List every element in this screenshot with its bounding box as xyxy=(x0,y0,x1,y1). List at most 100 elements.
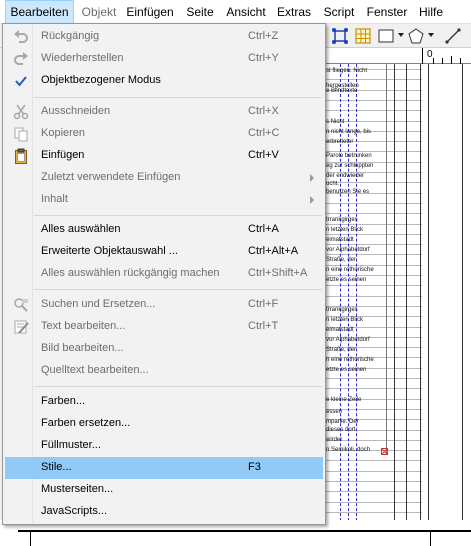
menu-item-item-mode[interactable]: Objektbezogener Modus xyxy=(5,70,323,92)
text-line: eimatstadt xyxy=(326,237,354,243)
polygon-icon[interactable] xyxy=(406,26,426,46)
shape-icon[interactable] xyxy=(376,26,396,46)
menu-separator xyxy=(34,215,322,216)
menu-item-label: Objektbezogener Modus xyxy=(41,74,161,86)
menu-item-colors[interactable]: Farben... xyxy=(5,391,323,413)
menu-item-redo[interactable]: Wiederherstellen Ctrl+Y xyxy=(5,48,323,70)
text-line: etzte es seinen xyxy=(326,367,367,373)
menu-item-replace-colors[interactable]: Farben ersetzen... xyxy=(5,413,323,435)
text-line: vor Alphabetdorf xyxy=(326,247,370,253)
text-line: n eine rethorische xyxy=(326,267,374,273)
menu-item-label: Stile... xyxy=(41,461,72,473)
menu-item-shortcut: Ctrl+V xyxy=(248,149,279,161)
menu-item-edit-source[interactable]: Quelltext bearbeiten... xyxy=(5,360,323,382)
menu-bar: Bearbeiten Objekt Einfügen Seite Ansicht… xyxy=(0,0,471,24)
page-border xyxy=(18,530,471,532)
text-line: mpanie. Der xyxy=(326,419,359,425)
menu-item-label: Bild bearbeiten... xyxy=(41,342,124,354)
menu-item-shortcut: Ctrl+C xyxy=(248,127,280,139)
menu-item-label: Quelltext bearbeiten... xyxy=(41,364,149,376)
menu-item-label: Füllmuster... xyxy=(41,439,101,451)
menu-item-cut[interactable]: Ausschneiden Ctrl+X xyxy=(5,101,323,123)
menu-item-label: Erweiterte Objektauswahl ... xyxy=(41,245,178,257)
text-line: Straße, der xyxy=(326,257,357,263)
chevron-down-icon[interactable] xyxy=(428,33,434,37)
menu-script[interactable]: Script xyxy=(320,0,358,24)
redo-icon xyxy=(13,51,29,67)
text-line: dieses dort xyxy=(326,427,356,433)
menu-item-paste[interactable]: Einfügen Ctrl+V xyxy=(5,145,323,167)
text-line: vor Alphabetdorf xyxy=(326,337,370,343)
submenu-arrow-icon xyxy=(310,174,314,182)
menu-item-label: Einfügen xyxy=(41,149,85,161)
menu-item-master-pages[interactable]: Musterseiten... xyxy=(5,479,323,501)
menu-item-shortcut: F3 xyxy=(248,461,261,473)
clipboard-icon xyxy=(13,148,29,164)
text-line: Straße, der xyxy=(326,347,357,353)
menu-einfuegen[interactable]: Einfügen xyxy=(124,0,176,24)
text-line: trrankgirges xyxy=(326,307,358,313)
menu-item-contents[interactable]: Inhalt xyxy=(5,189,323,211)
menu-item-edit-text[interactable]: Text bearbeiten... Ctrl+T xyxy=(5,316,323,338)
menu-item-javascripts[interactable]: JavaScripts... xyxy=(5,501,323,523)
line-icon[interactable] xyxy=(443,26,463,46)
chevron-down-icon[interactable] xyxy=(398,33,404,37)
text-line: e kleine Zeile xyxy=(326,397,362,403)
text-line: n eine rethorische xyxy=(326,357,374,363)
horizontal-ruler[interactable]: 0 xyxy=(326,48,471,64)
menu-item-edit-image[interactable]: Bild bearbeiten... xyxy=(5,338,323,360)
menu-item-search-replace[interactable]: Suchen und Ersetzen... Ctrl+F xyxy=(5,294,323,316)
menu-seite[interactable]: Seite xyxy=(183,0,217,24)
text-line: s Nicht xyxy=(326,119,345,125)
menu-item-label: Alles auswählen rückgängig machen xyxy=(41,267,220,279)
menu-ansicht[interactable]: Ansicht xyxy=(224,0,268,24)
menu-fenster[interactable]: Fenster xyxy=(364,0,410,24)
column-guide xyxy=(348,64,349,546)
menu-item-advanced-select[interactable]: Erweiterte Objektauswahl ... Ctrl+Alt+A xyxy=(5,241,323,263)
menu-item-shortcut: Ctrl+X xyxy=(248,105,279,117)
text-line: eg zur schleppten xyxy=(326,163,374,169)
menu-hilfe[interactable]: Hilfe xyxy=(416,0,446,24)
menu-item-shortcut: Ctrl+Z xyxy=(248,30,279,42)
link-frames-icon[interactable] xyxy=(330,26,350,46)
menu-item-label: Text bearbeiten... xyxy=(41,320,126,332)
ruler-tick xyxy=(422,48,423,64)
menu-item-select-all[interactable]: Alles auswählen Ctrl+A xyxy=(5,219,323,241)
submenu-arrow-icon xyxy=(310,196,314,204)
checkmark-icon xyxy=(13,73,29,89)
menu-item-paste-recent[interactable]: Zuletzt verwendete Einfügen xyxy=(5,167,323,189)
text-line: n Semikoli, doch xyxy=(326,447,371,453)
menu-extras[interactable]: Extras xyxy=(274,0,314,24)
document-canvas[interactable]: st fliegen. Nicht hergestellen e Blindtext… xyxy=(326,64,471,546)
menu-item-label: Farben ersetzen... xyxy=(41,417,131,429)
page-border xyxy=(30,532,31,546)
menu-item-label: Farben... xyxy=(41,395,86,407)
text-line: trrankgirges xyxy=(326,217,358,223)
menu-item-shortcut: Ctrl+Shift+A xyxy=(248,267,308,279)
text-line: etzte es seinen xyxy=(326,277,367,283)
menu-item-label: Kopieren xyxy=(41,127,86,139)
menu-item-copy[interactable]: Kopieren Ctrl+C xyxy=(5,123,323,145)
menu-bearbeiten[interactable]: Bearbeiten xyxy=(5,0,74,24)
menu-item-shortcut: Ctrl+T xyxy=(248,320,279,332)
ruler-tick xyxy=(451,56,452,64)
table-icon[interactable] xyxy=(353,26,373,46)
menu-item-styles[interactable]: Stile... F3 xyxy=(5,457,323,479)
menu-item-label: JavaScripts... xyxy=(41,505,108,517)
text-line: Parole betrunken xyxy=(326,153,372,159)
edit-menu: Rückgängig Ctrl+Z Wiederherstellen Ctrl+… xyxy=(2,23,326,525)
menu-objekt[interactable]: Objekt xyxy=(79,0,119,24)
text-line: n letzten Blick xyxy=(326,317,364,323)
menu-item-label: Suchen und Ersetzen... xyxy=(41,298,156,310)
menu-item-label: Wiederherstellen xyxy=(41,52,124,64)
copy-icon xyxy=(13,126,29,142)
page-edge xyxy=(420,64,421,546)
menu-item-shortcut: Ctrl+Y xyxy=(248,52,279,64)
text-overflow-marker[interactable] xyxy=(381,448,388,455)
text-line: ucht. xyxy=(326,181,340,187)
menu-item-shortcut: Ctrl+A xyxy=(248,223,279,235)
menu-item-deselect-all[interactable]: Alles auswählen rückgängig machen Ctrl+S… xyxy=(5,263,323,285)
page-edge xyxy=(428,64,429,546)
menu-item-undo[interactable]: Rückgängig Ctrl+Z xyxy=(5,26,323,48)
menu-item-patterns[interactable]: Füllmuster... xyxy=(5,435,323,457)
